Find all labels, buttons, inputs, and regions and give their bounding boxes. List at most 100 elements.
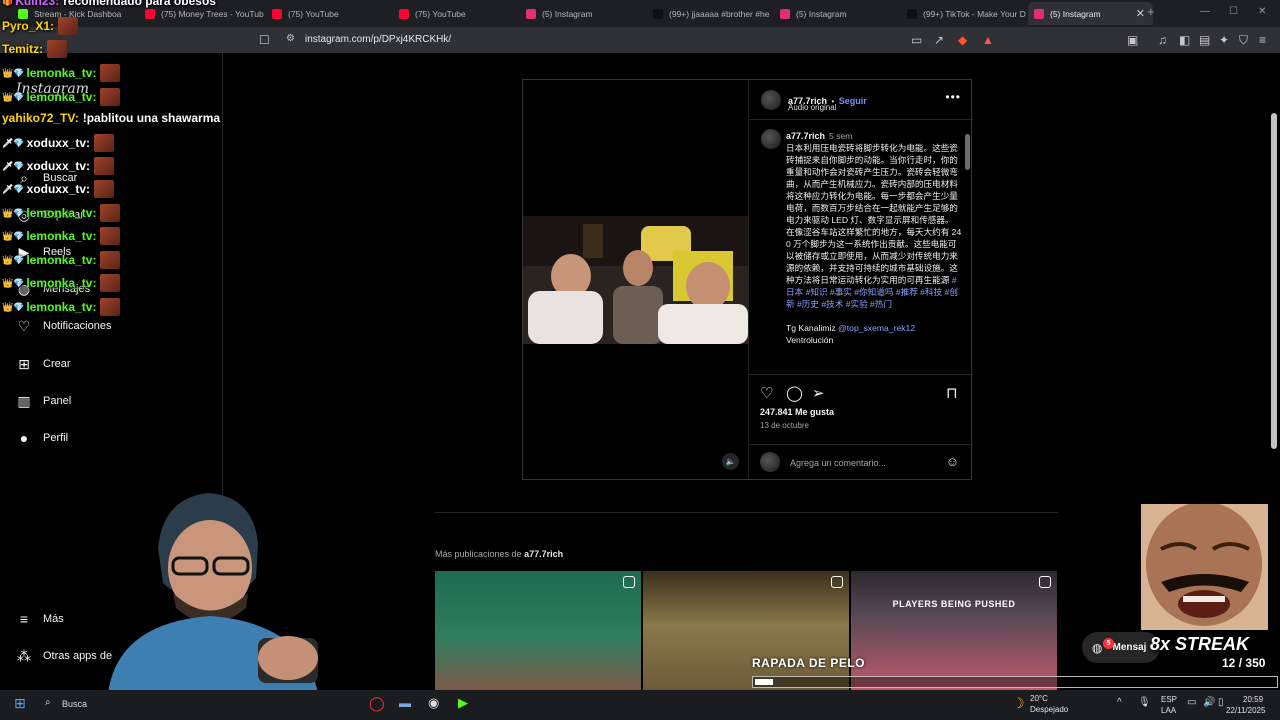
sidenav-item-reels[interactable]: ▶ Reels bbox=[16, 243, 72, 260]
more-post-thumb-1[interactable] bbox=[435, 571, 641, 690]
sidenav-item-notificaciones[interactable]: ♡ Notificaciones bbox=[16, 318, 112, 334]
like-heart-icon[interactable]: ♡ bbox=[760, 384, 773, 402]
site-info-icon[interactable]: ⚙ bbox=[286, 33, 295, 44]
caption-avatar[interactable] bbox=[761, 129, 781, 149]
sidenav-item-crear[interactable]: ⊞ Crear bbox=[16, 355, 71, 372]
share-icon[interactable]: ↗ bbox=[934, 33, 944, 47]
post-media[interactable]: 🔈 bbox=[523, 80, 748, 479]
address-bar-url[interactable]: instagram.com/p/DPxj4KRCKHk/ bbox=[305, 34, 451, 45]
browser-tab[interactable]: (75) Money Trees - YouTub bbox=[139, 2, 264, 25]
taskbar-search-icon[interactable]: ⌕ bbox=[45, 697, 51, 708]
reel-badge-icon bbox=[623, 576, 635, 588]
volume-icon[interactable]: 🔊 bbox=[1203, 697, 1215, 708]
mute-toggle-icon[interactable]: 🔈 bbox=[722, 453, 739, 470]
microphone-icon[interactable]: 🎙 bbox=[1138, 697, 1151, 708]
tray-chevron-icon[interactable]: ^ bbox=[1117, 697, 1122, 708]
more-post-thumb-2[interactable] bbox=[643, 571, 849, 690]
sidenav-item-más[interactable]: ≡ Más bbox=[16, 611, 64, 627]
wallet-icon[interactable]: ▤ bbox=[1199, 33, 1210, 47]
more-options-icon[interactable]: ••• bbox=[945, 90, 961, 104]
streamer-webcam bbox=[88, 488, 360, 693]
browser-tab[interactable]: Stream - Kick Dashboa bbox=[12, 2, 137, 25]
more-posts-prefix: Más publicaciones de bbox=[435, 549, 522, 559]
sidenav-item-buscar[interactable]: ⌕ Buscar bbox=[16, 170, 77, 186]
clock-time[interactable]: 20:59 bbox=[1243, 695, 1263, 705]
reels-icon: ▶ bbox=[18, 243, 30, 260]
messages-badge: 5 bbox=[1103, 638, 1114, 649]
messages-button[interactable]: ◍ 5 Mensaj bbox=[1082, 632, 1160, 663]
caption-scroll-thumb[interactable] bbox=[965, 134, 970, 170]
browser-tab[interactable]: (5) Instagram bbox=[774, 2, 899, 25]
browser-tab[interactable]: (99+) TikTok - Make Your D bbox=[901, 2, 1026, 25]
comment-bubble-icon[interactable]: ◯ bbox=[786, 384, 803, 402]
sidenav-item-explorar[interactable]: ◎ Explorar bbox=[16, 207, 84, 223]
caption-mention-link[interactable]: @top_sxema_rek12 bbox=[838, 323, 915, 333]
menu-icon: ≡ bbox=[19, 611, 29, 627]
browser-tab[interactable]: (5) Instagram ✕ bbox=[1028, 2, 1153, 25]
kick-app-icon[interactable]: ▶ bbox=[458, 695, 468, 711]
instagram-logo[interactable]: Instagram bbox=[16, 81, 89, 97]
browser-menu-icon[interactable]: ≡ bbox=[1259, 33, 1266, 47]
browser-tab[interactable]: (75) YouTube bbox=[266, 2, 391, 25]
goal-progress-bar bbox=[752, 676, 1278, 688]
brave-shield-icon[interactable]: ◆ bbox=[958, 33, 967, 47]
opera-icon[interactable]: ◯ bbox=[369, 695, 385, 712]
author-avatar[interactable] bbox=[761, 90, 781, 110]
sidenav-item-label: Crear bbox=[43, 358, 71, 370]
save-bookmark-icon[interactable]: ⊓ bbox=[946, 384, 958, 402]
weather-temp[interactable]: 20°C bbox=[1030, 694, 1048, 704]
lang-top[interactable]: ESP bbox=[1161, 695, 1177, 705]
battery-icon[interactable]: ▯ bbox=[1218, 697, 1224, 708]
bookmark-icon[interactable]: ☐ bbox=[259, 33, 270, 47]
reel-video[interactable] bbox=[523, 216, 748, 344]
browser-tab[interactable]: (5) Instagram bbox=[520, 2, 645, 25]
install-app-icon[interactable]: ▭ bbox=[911, 33, 922, 47]
likes-count[interactable]: 247.841 Me gusta bbox=[760, 407, 834, 417]
media-icon[interactable]: ♫ bbox=[1158, 33, 1167, 47]
tab-close-icon[interactable]: ✕ bbox=[1136, 7, 1145, 20]
windows-start-icon[interactable]: ⊞ bbox=[14, 695, 26, 712]
page-scrollbar[interactable] bbox=[1271, 113, 1277, 449]
sidebar-icon[interactable]: ▣ bbox=[1127, 33, 1138, 47]
more-post-thumb-3[interactable]: PLAYERS BEING PUSHED bbox=[851, 571, 1057, 690]
emoji-picker-icon[interactable]: ☺ bbox=[946, 454, 959, 469]
sidepanel-icon[interactable]: ◧ bbox=[1179, 33, 1190, 47]
browser-tab-bar: Stream - Kick Dashboa (75) Money Trees - … bbox=[0, 0, 1280, 27]
caption-username[interactable]: a77.7rich bbox=[786, 131, 825, 141]
post-card: 🔈 a77.7rich • Seguir Audio original ••• … bbox=[522, 79, 973, 480]
clock-date[interactable]: 22/11/2025 bbox=[1226, 706, 1265, 716]
comment-input[interactable]: Agrega un comentario... bbox=[790, 458, 886, 468]
weather-moon-icon[interactable]: ☽ bbox=[1012, 695, 1025, 712]
tab-favicon-icon bbox=[653, 8, 663, 19]
webcam-figure bbox=[108, 493, 318, 693]
messages-label: Mensaj bbox=[1112, 642, 1147, 653]
close-window-icon[interactable]: ✕ bbox=[1258, 6, 1266, 17]
more-posts-user[interactable]: a77.7rich bbox=[524, 549, 563, 559]
caption-text: 日本利用压电瓷砖将脚步转化为电能。这些瓷砖捕捉来自你脚步的动能。当你行走时，你的… bbox=[786, 143, 962, 285]
rewards-icon[interactable]: ▲ bbox=[982, 33, 994, 47]
sidenav-item-mensajes[interactable]: ◍ Mensajes bbox=[16, 281, 90, 297]
terminal-icon[interactable]: ▬ bbox=[399, 696, 411, 710]
sidenav-item-label: Explorar bbox=[43, 209, 84, 221]
weather-desc[interactable]: Despejado bbox=[1030, 705, 1068, 715]
sidenav-item-perfil[interactable]: ● Perfil bbox=[16, 430, 68, 446]
maximize-window-icon[interactable]: ☐ bbox=[1229, 6, 1238, 17]
audio-label[interactable]: Audio original bbox=[788, 103, 836, 112]
leo-ai-icon[interactable]: ✦ bbox=[1219, 33, 1229, 47]
plus-square-icon: ⊞ bbox=[18, 355, 30, 372]
more-posts-grid: PLAYERS BEING PUSHED bbox=[435, 571, 1058, 690]
sidenav-item-panel[interactable]: ▥ Panel bbox=[16, 393, 71, 409]
vpn-icon[interactable]: ⛉ bbox=[1239, 33, 1248, 48]
lang-bottom[interactable]: LAA bbox=[1161, 706, 1176, 716]
share-paper-plane-icon[interactable]: ➢ bbox=[812, 384, 825, 402]
minimize-window-icon[interactable]: — bbox=[1200, 6, 1210, 17]
follow-button[interactable]: Seguir bbox=[839, 96, 867, 106]
caption-scrollbar[interactable] bbox=[964, 124, 970, 372]
taskbar-search[interactable]: Busca bbox=[62, 699, 87, 709]
obs-icon[interactable]: ◉ bbox=[428, 695, 439, 711]
new-tab-button[interactable]: + bbox=[1147, 4, 1155, 19]
network-icon[interactable]: ▭ bbox=[1187, 697, 1196, 708]
browser-tab[interactable]: (99+) jjaaaaa #brother #he bbox=[647, 2, 772, 25]
browser-tab[interactable]: (75) YouTube bbox=[393, 2, 518, 25]
tab-favicon-icon bbox=[780, 8, 790, 19]
